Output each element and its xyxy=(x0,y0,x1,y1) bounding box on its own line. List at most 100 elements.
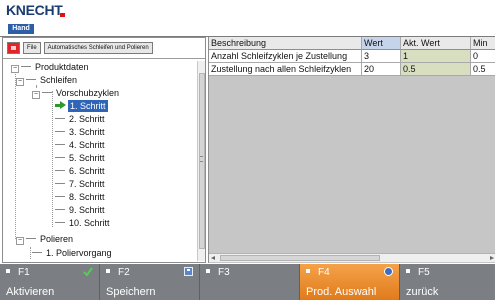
tree-node-step-2[interactable]: 2. Schritt xyxy=(55,113,107,125)
tree-connector xyxy=(55,183,65,184)
cell-wert[interactable]: 3 xyxy=(362,50,401,63)
tree-node-schleifen[interactable]: − Schleifen xyxy=(16,74,79,86)
cell-min: 0 xyxy=(471,50,495,63)
tree-node-label: 3. Schritt xyxy=(69,127,105,137)
tree-node-step-4[interactable]: 4. Schritt xyxy=(55,139,107,151)
tree-guide xyxy=(52,91,53,227)
tree-node-label: 9. Schritt xyxy=(69,205,105,215)
tree-connector xyxy=(55,222,65,223)
key-label: Speichern xyxy=(106,286,156,298)
tree-connector xyxy=(32,252,42,253)
key-marker xyxy=(306,269,310,273)
tree-node-step-5[interactable]: 5. Schritt xyxy=(55,152,107,164)
auto-grind-polish-button[interactable]: Automatisches Schleifen und Polieren xyxy=(43,42,153,54)
logo-dot xyxy=(60,13,65,17)
tree-connector xyxy=(55,209,65,210)
tree-connector xyxy=(42,92,52,93)
tree-connector xyxy=(26,238,36,239)
key-code: F1 xyxy=(18,267,30,278)
parameter-tree: − Produktdaten − Schleifen − Vorschubzyklen… xyxy=(3,61,197,261)
tree-node-step-1[interactable]: 1. Schritt xyxy=(55,100,108,112)
tree-node-label: 6. Schritt xyxy=(69,166,105,176)
cell-wert[interactable]: 20 xyxy=(362,63,401,76)
collapse-icon[interactable]: − xyxy=(32,91,40,99)
tree-vertical-scrollbar[interactable] xyxy=(197,61,205,261)
tree-node-step-3[interactable]: 3. Schritt xyxy=(55,126,107,138)
key-marker xyxy=(406,269,410,273)
scrollbar-thumb[interactable] xyxy=(220,255,380,261)
tree-node-label: Vorschubzyklen xyxy=(56,88,120,98)
logo-text: KNECHT xyxy=(6,2,63,18)
key-label: Aktivieren xyxy=(6,286,55,298)
tree-node-label: 7. Schritt xyxy=(69,179,105,189)
tree-node-label: 5. Schritt xyxy=(69,153,105,163)
tree-node-poliervorgang-1[interactable]: 1. Poliervorgang xyxy=(32,247,114,259)
scroll-left-icon[interactable] xyxy=(211,256,215,260)
arrow-right-icon xyxy=(55,101,66,109)
f3-button[interactable]: F3 xyxy=(200,264,300,300)
tree-guide xyxy=(15,67,16,239)
function-key-bar: F1 Aktivieren F2 Speichern F3 F4 Prod. A… xyxy=(0,264,495,300)
f4-product-select-button[interactable]: F4 Prod. Auswahl xyxy=(300,264,400,300)
parameter-table-panel: Beschreibung Wert Akt. Wert Min Anzahl S… xyxy=(208,37,495,263)
key-marker xyxy=(6,269,10,273)
f5-back-button[interactable]: F5 zurück xyxy=(400,264,495,300)
circle-icon xyxy=(384,267,393,276)
tree-connector xyxy=(55,118,65,119)
key-code: F4 xyxy=(318,267,330,278)
column-header-wert[interactable]: Wert xyxy=(362,37,401,50)
tree-node-vorschubzyklen[interactable]: − Vorschubzyklen xyxy=(32,87,121,99)
key-code: F3 xyxy=(218,267,230,278)
scroll-right-icon[interactable] xyxy=(490,256,494,260)
f2-save-button[interactable]: F2 Speichern xyxy=(100,264,200,300)
toolbar-divider xyxy=(3,58,205,59)
tree-connector xyxy=(55,157,65,158)
cell-akt-wert: 0.5 xyxy=(401,63,471,76)
tree-node-label: 1. Schritt xyxy=(68,100,108,112)
cell-beschreibung: Anzahl Schleifzyklen je Zustellung xyxy=(209,50,362,63)
tree-node-label: Produktdaten xyxy=(35,62,89,72)
tree-node-label: 2. Schritt xyxy=(69,114,105,124)
table-horizontal-scrollbar[interactable] xyxy=(209,253,495,262)
tree-node-label: 1. Poliervorgang xyxy=(46,248,112,258)
tree-connector xyxy=(55,131,65,132)
cell-beschreibung: Zustellung nach allen Schleifzyklen xyxy=(209,63,362,76)
collapse-icon[interactable]: − xyxy=(11,65,19,73)
tree-connector xyxy=(26,79,36,80)
tree-node-produktdaten[interactable]: − Produktdaten xyxy=(11,61,91,73)
tree-node-polieren[interactable]: − Polieren xyxy=(16,233,75,245)
key-label: zurück xyxy=(406,286,439,298)
tree-node-step-9[interactable]: 9. Schritt xyxy=(55,204,107,216)
tree-node-label: 8. Schritt xyxy=(69,192,105,202)
tree-connector xyxy=(55,144,65,145)
key-marker xyxy=(206,269,210,273)
mode-badge: Hand xyxy=(8,24,34,34)
tree-node-label: Schleifen xyxy=(40,75,78,85)
toolbar: File Automatisches Schleifen und Poliere… xyxy=(7,42,153,54)
disk-icon xyxy=(184,267,193,276)
grip-icon xyxy=(200,156,203,162)
tree-node-label: Polieren xyxy=(40,234,74,244)
key-label: Prod. Auswahl xyxy=(306,286,377,298)
tree-connector xyxy=(55,170,65,171)
collapse-icon[interactable]: − xyxy=(16,78,24,86)
check-icon xyxy=(83,267,93,276)
collapse-icon[interactable]: − xyxy=(16,237,24,245)
column-header-min[interactable]: Min xyxy=(471,37,495,50)
file-button[interactable]: File xyxy=(23,42,41,54)
key-code: F5 xyxy=(418,267,430,278)
column-header-akt-wert[interactable]: Akt. Wert xyxy=(401,37,471,50)
tree-node-step-7[interactable]: 7. Schritt xyxy=(55,178,107,190)
tree-node-step-6[interactable]: 6. Schritt xyxy=(55,165,107,177)
column-header-beschreibung[interactable]: Beschreibung xyxy=(209,37,362,50)
brand-header: KNECHT Hand xyxy=(0,0,495,34)
key-code: F2 xyxy=(118,267,130,278)
f1-activate-button[interactable]: F1 Aktivieren xyxy=(0,264,100,300)
key-marker xyxy=(106,269,110,273)
tree-node-step-10[interactable]: 10. Schritt xyxy=(55,217,112,229)
record-button[interactable] xyxy=(7,42,20,54)
tree-guide xyxy=(30,247,31,259)
tree-node-step-8[interactable]: 8. Schritt xyxy=(55,191,107,203)
navigation-panel: File Automatisches Schleifen und Poliere… xyxy=(2,37,206,263)
tree-node-label: 10. Schritt xyxy=(69,218,110,228)
